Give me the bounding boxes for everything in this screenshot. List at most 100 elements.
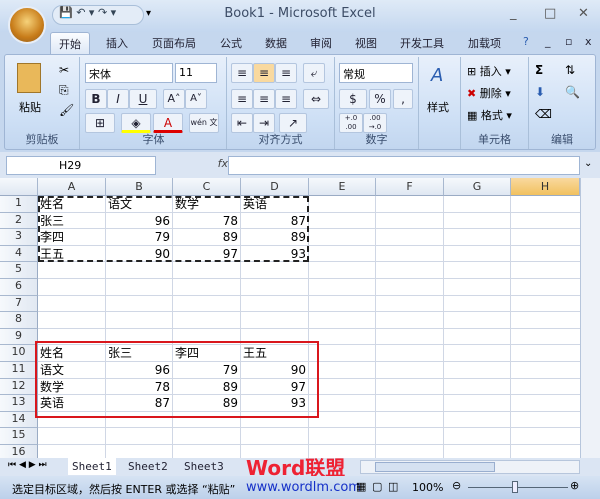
row-header-6[interactable]: 6	[0, 279, 38, 296]
zoom-slider[interactable]	[468, 487, 568, 488]
row-header-4[interactable]: 4	[0, 245, 38, 263]
phonetic-button[interactable]: wén 文	[189, 113, 219, 133]
help-icon[interactable]: ?	[523, 35, 529, 48]
decrease-indent-button[interactable]: ⇤	[231, 113, 253, 133]
row-header-8[interactable]: 8	[0, 312, 38, 329]
formula-input[interactable]	[228, 156, 580, 175]
align-center-button[interactable]: ≡	[253, 89, 275, 109]
row-header-7[interactable]: 7	[0, 295, 38, 313]
scroll-thumb[interactable]	[375, 462, 495, 472]
close-button[interactable]: ✕	[578, 6, 589, 21]
page-layout-view-button[interactable]: ▢	[372, 480, 382, 493]
row-header-11[interactable]: 11	[0, 362, 38, 379]
copy-icon[interactable]: ⎘	[59, 83, 69, 98]
row-header-16[interactable]: 16	[0, 445, 38, 458]
row-header-3[interactable]: 3	[0, 229, 38, 246]
row-header-10[interactable]: 10	[0, 345, 38, 362]
fill-color-button[interactable]: ◈	[121, 113, 151, 133]
doc-minimize-button[interactable]: _	[545, 35, 551, 48]
undo-button[interactable]: ↶ ▾	[76, 6, 94, 19]
tab-formulas[interactable]: 公式	[220, 35, 242, 51]
sheet-tab-sheet2[interactable]: Sheet2	[124, 458, 172, 475]
redo-button[interactable]: ↷ ▾	[98, 6, 116, 19]
insert-cells-button[interactable]: ⊞ 插入 ▾	[467, 63, 511, 79]
sheet-tab-sheet3[interactable]: Sheet3	[180, 458, 228, 475]
tab-home[interactable]: 开始	[50, 32, 90, 54]
align-bottom-button[interactable]: ≡	[275, 63, 297, 83]
underline-button[interactable]: U	[129, 89, 157, 109]
wrap-text-button[interactable]: ⤶	[303, 63, 325, 83]
align-left-button[interactable]: ≡	[231, 89, 253, 109]
column-header-B[interactable]: B	[106, 178, 173, 196]
save-icon[interactable]: 💾	[59, 6, 73, 19]
row-header-5[interactable]: 5	[0, 262, 38, 279]
bold-button[interactable]: B	[85, 89, 107, 109]
zoom-in-button[interactable]: ⊕	[570, 479, 579, 492]
align-top-button[interactable]: ≡	[231, 63, 253, 83]
zoom-slider-thumb[interactable]	[512, 481, 518, 493]
shrink-font-button[interactable]: A˅	[185, 89, 207, 109]
expand-formula-bar-button[interactable]: ⌄	[584, 158, 592, 169]
grow-font-button[interactable]: A˄	[163, 89, 185, 109]
tab-review[interactable]: 审阅	[310, 35, 332, 51]
column-header-E[interactable]: E	[309, 178, 376, 196]
italic-button[interactable]: I	[107, 89, 129, 109]
find-icon[interactable]: 🔍	[565, 85, 580, 99]
row-header-14[interactable]: 14	[0, 411, 38, 429]
horizontal-scrollbar[interactable]	[360, 460, 580, 474]
row-header-2[interactable]: 2	[0, 212, 38, 230]
sheet-tab-sheet1[interactable]: Sheet1	[68, 458, 116, 475]
customize-qat-button[interactable]: ▾	[146, 8, 151, 19]
minimize-button[interactable]: _	[510, 6, 517, 21]
delete-cells-button[interactable]: ✖ 删除 ▾	[467, 85, 511, 101]
row-header-15[interactable]: 15	[0, 428, 38, 445]
column-header-D[interactable]: D	[241, 178, 309, 196]
styles-icon[interactable]: A	[431, 65, 443, 86]
row-header-9[interactable]: 9	[0, 328, 38, 346]
number-format-select[interactable]: 常规	[339, 63, 413, 83]
name-box[interactable]: H29	[6, 156, 156, 175]
sheet-nav-buttons[interactable]: ⏮ ◀ ▶ ⏭	[8, 460, 47, 470]
percent-button[interactable]: %	[369, 89, 391, 109]
doc-restore-button[interactable]: ▫	[565, 35, 572, 48]
paste-icon[interactable]	[17, 63, 41, 93]
autosum-button[interactable]: Σ	[535, 63, 543, 77]
column-header-F[interactable]: F	[376, 178, 444, 196]
tab-view[interactable]: 视图	[355, 35, 377, 51]
tab-developer[interactable]: 开发工具	[400, 35, 444, 51]
fill-icon[interactable]: ⬇	[535, 85, 545, 99]
row-header-12[interactable]: 12	[0, 378, 38, 396]
maximize-button[interactable]: □	[544, 6, 556, 21]
cut-icon[interactable]: ✂	[59, 63, 69, 77]
column-header-C[interactable]: C	[173, 178, 241, 196]
paste-button[interactable]: 粘贴	[19, 99, 41, 115]
align-middle-button[interactable]: ≡	[253, 63, 275, 83]
format-cells-button[interactable]: ▦ 格式 ▾	[467, 107, 512, 123]
font-color-button[interactable]: A	[153, 113, 183, 133]
column-header-H[interactable]: H	[511, 178, 580, 196]
row-header-1[interactable]: 1	[0, 196, 38, 213]
font-size-select[interactable]: 11	[175, 63, 217, 83]
tab-page-layout[interactable]: 页面布局	[152, 35, 196, 51]
insert-function-button[interactable]: fx	[168, 157, 228, 170]
sort-filter-icon[interactable]: ⇅	[565, 63, 575, 77]
font-name-select[interactable]: 宋体	[85, 63, 173, 83]
orientation-button[interactable]: ↗	[279, 113, 307, 133]
column-header-G[interactable]: G	[444, 178, 511, 196]
column-header-A[interactable]: A	[38, 178, 106, 196]
zoom-out-button[interactable]: ⊖	[452, 479, 461, 492]
format-painter-icon[interactable]: 🖌	[59, 103, 74, 117]
decrease-decimal-button[interactable]: .00 →.0	[363, 113, 387, 133]
zoom-level[interactable]: 100%	[412, 481, 443, 494]
office-button[interactable]	[8, 6, 46, 44]
row-header-13[interactable]: 13	[0, 395, 38, 412]
tab-insert[interactable]: 插入	[106, 35, 128, 51]
merge-center-button[interactable]: ⇔	[303, 89, 329, 109]
clear-icon[interactable]: ⌫	[535, 107, 552, 121]
align-right-button[interactable]: ≡	[275, 89, 297, 109]
tab-addins[interactable]: 加载项	[468, 35, 501, 51]
doc-close-button[interactable]: x	[585, 35, 592, 48]
normal-view-button[interactable]: ▦	[356, 480, 366, 493]
comma-button[interactable]: ,	[393, 89, 413, 109]
vertical-scrollbar[interactable]	[580, 178, 600, 458]
